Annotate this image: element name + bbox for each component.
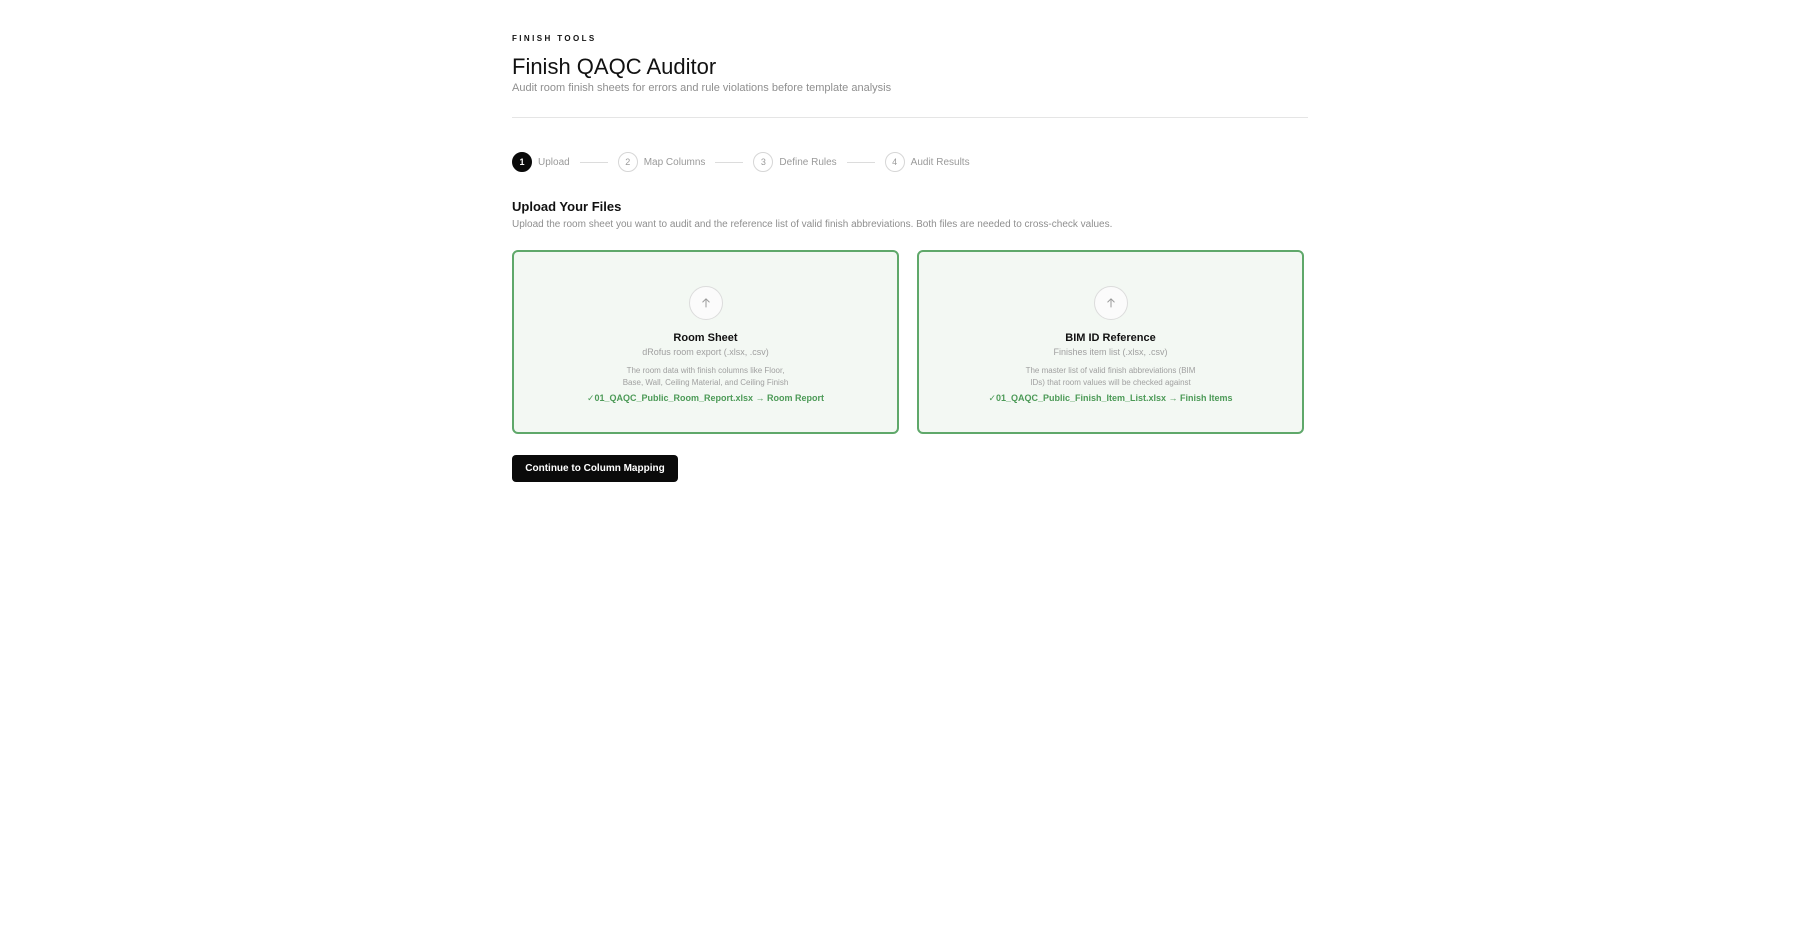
step-label: Audit Results (910, 156, 970, 168)
step-label: Define Rules (779, 156, 837, 168)
card-description: The room data with finish columns like F… (622, 366, 789, 387)
room-sheet-upload-card[interactable]: Room Sheet dRofus room export (.xlsx, .c… (512, 250, 899, 434)
card-title: Room Sheet (673, 332, 738, 344)
uploaded-file-status: ✓01_QAQC_Public_Room_Report.xlsx → Room … (586, 393, 825, 403)
step-label: Upload (538, 156, 570, 168)
step-connector (715, 161, 744, 163)
step-label: Map Columns (643, 156, 706, 168)
app-eyebrow: FINISH TOOLS (512, 34, 597, 43)
step-number: 2 (617, 152, 638, 172)
stepper: 1 Upload 2 Map Columns 3 Define Rules 4 … (512, 152, 970, 172)
card-title: BIM ID Reference (1065, 332, 1156, 344)
card-description: The master list of valid finish abbrevia… (1025, 366, 1196, 387)
upload-arrow-icon (688, 286, 723, 320)
step-audit-results[interactable]: 4 Audit Results (884, 152, 970, 172)
page-subtitle: Audit room finish sheets for errors and … (512, 82, 892, 94)
step-define-rules[interactable]: 3 Define Rules (753, 152, 837, 172)
bim-id-reference-upload-card[interactable]: BIM ID Reference Finishes item list (.xl… (917, 250, 1304, 434)
card-file-types: dRofus room export (.xlsx, .csv) (642, 347, 769, 357)
section-description: Upload the room sheet you want to audit … (512, 219, 1113, 230)
header-divider (512, 117, 1308, 118)
section-title: Upload Your Files (512, 199, 622, 214)
step-number: 3 (753, 152, 774, 172)
step-upload[interactable]: 1 Upload (512, 152, 570, 172)
step-connector (846, 161, 875, 163)
uploaded-file-status: ✓01_QAQC_Public_Finish_Item_List.xlsx → … (988, 393, 1233, 403)
upload-arrow-icon (1093, 286, 1128, 320)
step-number: 1 (512, 152, 532, 172)
step-number: 4 (884, 152, 905, 172)
step-connector (579, 161, 608, 163)
step-map-columns[interactable]: 2 Map Columns (617, 152, 706, 172)
page-title: Finish QAQC Auditor (512, 54, 717, 79)
continue-to-column-mapping-button[interactable]: Continue to Column Mapping (512, 455, 678, 482)
card-file-types: Finishes item list (.xlsx, .csv) (1053, 347, 1168, 357)
